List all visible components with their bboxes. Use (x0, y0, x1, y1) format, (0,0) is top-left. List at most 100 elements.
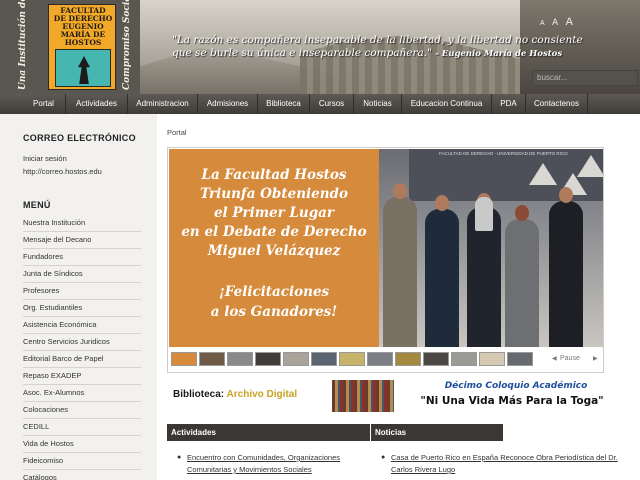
slide-headline-line: en el Debate de Derecho (181, 224, 367, 240)
slide-congrats-line: ¡Felicitaciones (218, 284, 330, 300)
nav-admisiones[interactable]: Admisiones (198, 94, 258, 114)
sidebar-item-ex-alumnos[interactable]: Asoc. Ex-Alumnos (23, 385, 141, 402)
slider-thumbnail[interactable] (255, 352, 281, 366)
nav-educacion-continua[interactable]: Educacion Continua (402, 94, 492, 114)
slide-headline-panel: La Facultad Hostos Triunfa Obteniendo el… (169, 149, 379, 347)
photo-person (549, 187, 583, 347)
nav-noticias[interactable]: Noticias (354, 94, 402, 114)
sidebar-item-fideicomiso[interactable]: Fideicomiso (23, 453, 141, 470)
nav-administracion[interactable]: Administracion (128, 94, 198, 114)
site-header: Una Institución de Facultad de Derecho E… (0, 0, 640, 94)
correo-links: Iniciar sesión http://correo.hostos.edu (23, 152, 102, 178)
font-size-controls: A A A (540, 12, 576, 30)
sidebar-item-editorial[interactable]: Editorial Barco de Papel (23, 351, 141, 368)
correo-title: CORREO ELECTRÓNICO (23, 133, 136, 143)
photo-person (383, 183, 417, 347)
font-size-small-button[interactable]: A (540, 20, 545, 27)
slide-headline-line: La Facultad Hostos (201, 167, 347, 183)
nav-contactenos[interactable]: Contactenos (526, 94, 588, 114)
bullet-icon: ● (381, 454, 386, 461)
slide-headline-line: Triunfa Obteniendo (199, 186, 348, 202)
slider-thumbnail[interactable] (367, 352, 393, 366)
logo-card: Facultad de Derecho Eugenio María de Hos… (48, 4, 116, 90)
slide-photo: FACULTAD DE DERECHO · UNIVERSIDAD DE PUE… (379, 149, 603, 347)
promo-banners: Biblioteca: Archivo Digital Décimo Coloq… (169, 378, 609, 412)
slider-thumbnail[interactable] (395, 352, 421, 366)
photo-person (425, 195, 459, 347)
noticias-header: Noticias (371, 424, 503, 441)
sidebar-item-fundadores[interactable]: Fundadores (23, 249, 141, 266)
slider-thumbnail[interactable] (339, 352, 365, 366)
sidebar-item-centro-servicios[interactable]: Centro Servicios Juridicos (23, 334, 141, 351)
header-quote: "La razón es compañera inseparable de la… (172, 34, 592, 61)
biblioteca-archivo-banner[interactable]: Biblioteca: Archivo Digital (173, 389, 297, 400)
sidebar-item-org-estudiantiles[interactable]: Org. Estudiantiles (23, 300, 141, 317)
correo-login-link[interactable]: Iniciar sesión (23, 152, 102, 165)
sidebar-menu: Nuestra Institución Mensaje del Decano F… (23, 215, 141, 480)
photo-person (505, 205, 539, 347)
font-size-medium-button[interactable]: A (552, 17, 558, 27)
actividades-link[interactable]: Encuentro con Comunidades, Organizacione… (187, 453, 340, 474)
slider-pause-button[interactable]: Pause (560, 355, 580, 362)
main-content: Portal La Facultad Hostos Triunfa Obteni… (157, 114, 640, 480)
books-image[interactable] (332, 380, 394, 412)
slider-thumbnail[interactable] (171, 352, 197, 366)
logo-card-text: Facultad de Derecho Eugenio María de Hos… (53, 6, 113, 47)
slider-next-icon[interactable]: ▶ (593, 355, 598, 362)
sidebar-item-mensaje-decano[interactable]: Mensaje del Decano (23, 232, 141, 249)
slide-headline: La Facultad Hostos Triunfa Obteniendo el… (169, 166, 379, 261)
logo-emblem-icon (55, 49, 111, 87)
coloquio-title[interactable]: Décimo Coloquio Académico (431, 381, 601, 391)
nav-actividades[interactable]: Actividades (66, 94, 128, 114)
noticias-item: ● Casa de Puerto Rico en España Reconoce… (381, 452, 631, 476)
biblioteca-label: Biblioteca: (173, 389, 225, 400)
slider-thumbnail[interactable] (283, 352, 309, 366)
photo-banner-text: FACULTAD DE DERECHO · UNIVERSIDAD DE PUE… (439, 151, 568, 156)
slider-thumbnail[interactable] (199, 352, 225, 366)
image-slider[interactable]: La Facultad Hostos Triunfa Obteniendo el… (167, 147, 604, 373)
menu-title: MENÚ (23, 200, 51, 210)
correo-url-link[interactable]: http://correo.hostos.edu (23, 165, 102, 178)
sidebar: CORREO ELECTRÓNICO Iniciar sesión http:/… (0, 114, 157, 480)
slide-headline-line: el Primer Lugar (213, 205, 335, 221)
actividades-header: Actividades (167, 424, 370, 441)
site-logo[interactable]: Una Institución de Facultad de Derecho E… (0, 0, 140, 94)
slide-headline-line: Miguel Velázquez (207, 243, 341, 259)
slider-thumbnail[interactable] (479, 352, 505, 366)
actividades-item: ● Encuentro con Comunidades, Organizacio… (177, 452, 367, 476)
slide-congrats-line: a los Ganadores! (210, 304, 338, 320)
nav-pda[interactable]: PDA (492, 94, 526, 114)
slider-thumbnails (169, 350, 549, 368)
bullet-icon: ● (177, 454, 182, 461)
sidebar-item-repaso-exadep[interactable]: Repaso EXADEP (23, 368, 141, 385)
slider-thumbnail[interactable] (507, 352, 533, 366)
sidebar-item-vida-hostos[interactable]: Vida de Hostos (23, 436, 141, 453)
slider-thumbnail[interactable] (423, 352, 449, 366)
logo-tagline-left: Una Institución de (18, 0, 28, 90)
font-size-large-button[interactable]: A (566, 16, 573, 28)
main-nav: Portal Actividades Administracion Admisi… (0, 94, 640, 114)
quote-author: - Eugenio María de Hostos (435, 49, 563, 59)
logo-tagline-right: Compromiso Social (122, 0, 132, 90)
nav-cursos[interactable]: Cursos (310, 94, 354, 114)
coloquio-subtitle[interactable]: "Ni Una Vida Más Para la Toga" (409, 395, 615, 407)
slider-thumbnail[interactable] (311, 352, 337, 366)
slide-congrats: ¡Felicitaciones a los Ganadores! (169, 282, 379, 322)
breadcrumb[interactable]: Portal (167, 128, 187, 137)
sidebar-item-nuestra-institucion[interactable]: Nuestra Institución (23, 215, 141, 232)
noticias-link[interactable]: Casa de Puerto Rico en España Reconoce O… (391, 453, 618, 474)
slider-thumbnail[interactable] (227, 352, 253, 366)
nav-portal[interactable]: Portal (22, 94, 66, 114)
trophy-icon (475, 197, 493, 231)
slider-thumbnail[interactable] (451, 352, 477, 366)
nav-biblioteca[interactable]: Biblioteca (258, 94, 310, 114)
archivo-digital-label: Archivo Digital (226, 389, 298, 400)
sidebar-item-junta-sindicos[interactable]: Junta de Síndicos (23, 266, 141, 283)
sidebar-item-cedill[interactable]: CEDILL (23, 419, 141, 436)
sidebar-item-colocaciones[interactable]: Colocaciones (23, 402, 141, 419)
sidebar-item-profesores[interactable]: Profesores (23, 283, 141, 300)
sidebar-item-asistencia-economica[interactable]: Asistencia Económica (23, 317, 141, 334)
search-input[interactable]: buscar... (532, 70, 638, 86)
sidebar-item-catalogos[interactable]: Catálogos (23, 470, 141, 480)
slider-prev-icon[interactable]: ◀ (552, 355, 557, 362)
